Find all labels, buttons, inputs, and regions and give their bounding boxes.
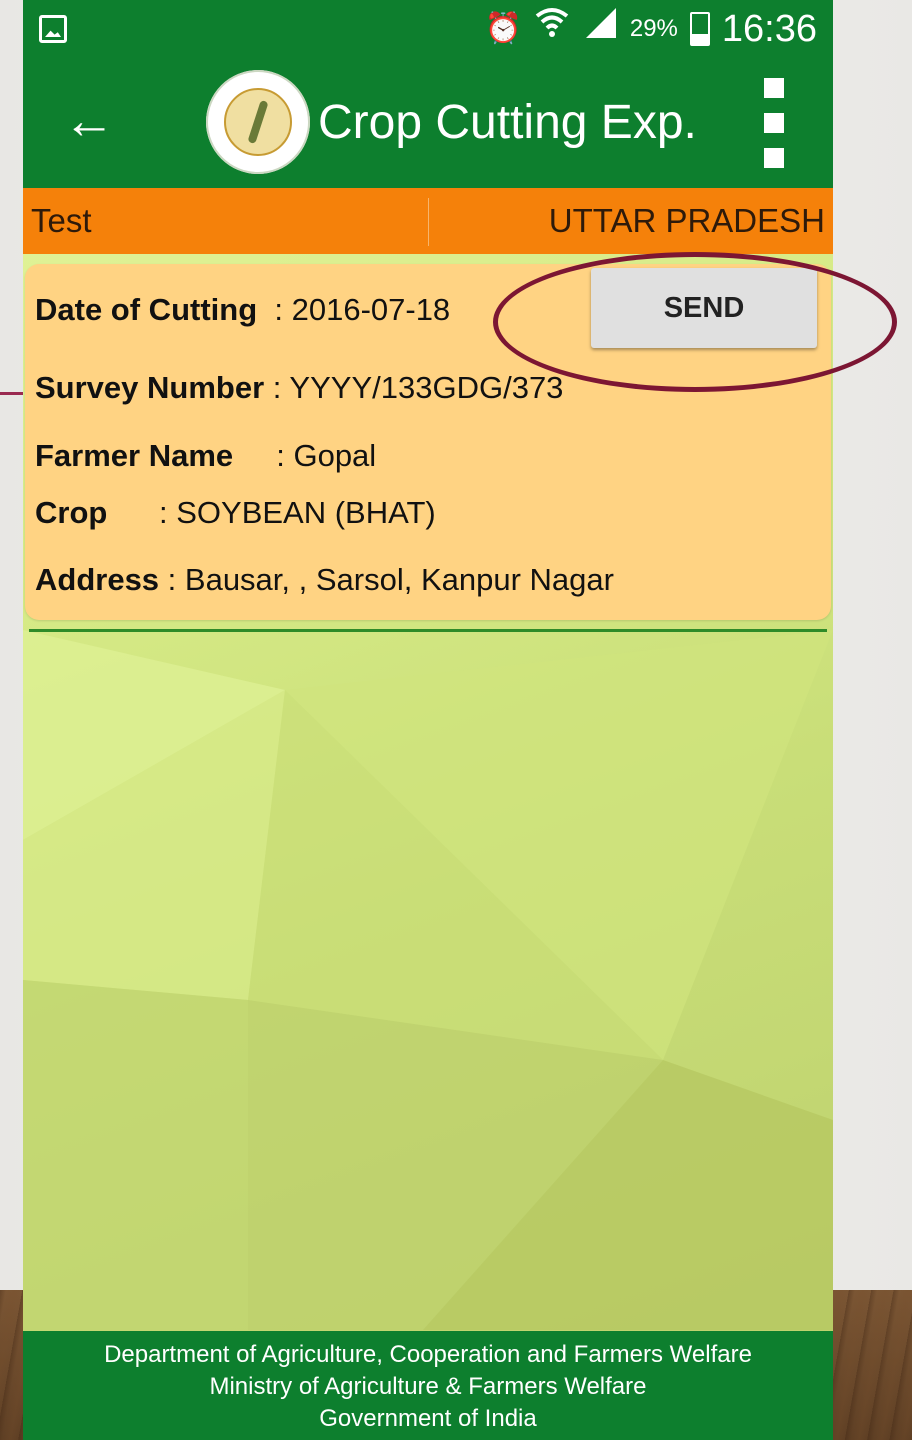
app-logo bbox=[206, 70, 310, 174]
farmer-label: Farmer Name bbox=[35, 438, 234, 473]
date-label: Date of Cutting bbox=[35, 292, 258, 327]
date-value: : 2016-07-18 bbox=[274, 292, 451, 327]
info-bar: Test UTTAR PRADESH bbox=[23, 188, 833, 254]
overflow-menu-icon[interactable] bbox=[760, 78, 788, 168]
footer: Department of Agriculture, Cooperation a… bbox=[23, 1331, 833, 1440]
list-divider bbox=[29, 629, 827, 632]
info-bar-left: Test bbox=[31, 202, 92, 239]
farmer-value: : Gopal bbox=[276, 438, 377, 473]
signal-icon bbox=[582, 4, 618, 54]
address-label: Address bbox=[35, 562, 160, 597]
footer-line-3: Government of India bbox=[319, 1405, 537, 1432]
battery-percent: 29% bbox=[629, 15, 678, 42]
footer-line-2: Ministry of Agriculture & Farmers Welfar… bbox=[209, 1373, 647, 1400]
alarm-icon: ⏰ bbox=[484, 12, 522, 45]
gallery-icon bbox=[39, 15, 67, 43]
address-value: : Bausar, , Sarsol, Kanpur Nagar bbox=[167, 562, 614, 597]
info-bar-divider bbox=[428, 198, 429, 246]
survey-label: Survey Number bbox=[35, 370, 265, 405]
farmer-row: Farmer Name : Gopal bbox=[35, 438, 376, 474]
survey-row: Survey Number : YYYY/133GDG/373 bbox=[35, 370, 563, 406]
footer-line-1: Department of Agriculture, Cooperation a… bbox=[104, 1341, 752, 1368]
phone-screen: ⏰ 29% 16:36 ← Crop Cutting Exp. Test UTT… bbox=[23, 0, 833, 1440]
crop-row: Crop : SOYBEAN (BHAT) bbox=[35, 495, 436, 531]
toolbar-title: Crop Cutting Exp. bbox=[318, 96, 697, 149]
date-row: Date of Cutting : 2016-07-18 bbox=[35, 292, 450, 328]
crop-label: Crop bbox=[35, 495, 108, 530]
survey-value: : YYYY/133GDG/373 bbox=[272, 370, 564, 405]
info-bar-state: UTTAR PRADESH bbox=[548, 202, 825, 239]
crop-value: : SOYBEAN (BHAT) bbox=[159, 495, 436, 530]
clock-time: 16:36 bbox=[721, 8, 817, 50]
battery-icon bbox=[689, 12, 710, 46]
wifi-icon bbox=[534, 4, 570, 54]
highlight-annotation-circle bbox=[493, 252, 897, 392]
address-row: Address : Bausar, , Sarsol, Kanpur Nagar bbox=[35, 562, 614, 598]
app-toolbar: ← Crop Cutting Exp. bbox=[23, 58, 833, 188]
back-arrow-icon[interactable]: ← bbox=[61, 88, 117, 154]
status-bar: ⏰ 29% 16:36 bbox=[23, 0, 833, 58]
